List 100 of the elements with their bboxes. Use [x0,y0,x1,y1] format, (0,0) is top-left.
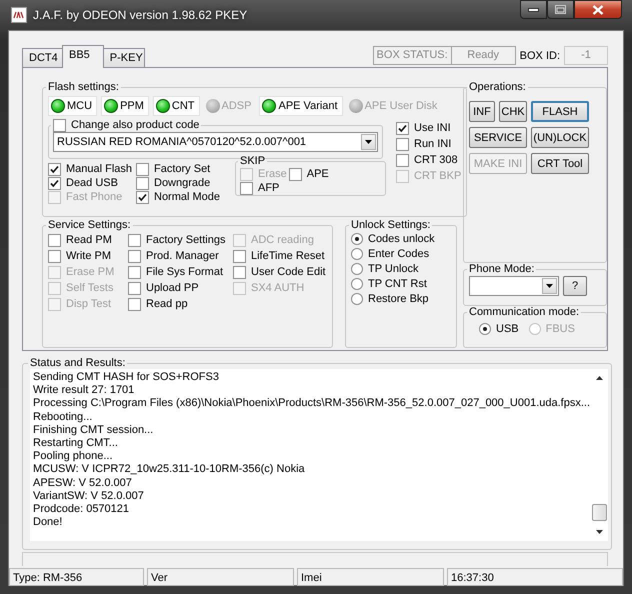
checkbox-label[interactable]: Manual Flash [66,163,132,175]
log-line: Write result 27: 1701 [33,384,136,398]
radio-button[interactable] [351,292,363,304]
radio-button[interactable] [351,232,363,244]
checkbox-label[interactable]: Factory Set [154,163,210,175]
checkbox-label[interactable]: File Sys Format [146,266,224,278]
window-title: J.A.F. by ODEON version 1.98.62 PKEY [33,8,248,22]
product-code-dropdown[interactable]: RUSSIAN RED ROMANIA^0570120^52.0.007^001 [53,132,378,152]
checkbox-label[interactable]: Write PM [66,250,112,262]
checkbox-label[interactable]: Read pp [146,298,188,310]
operation-button[interactable]: CRT Tool [531,153,589,174]
checkbox-label[interactable]: Normal Mode [154,191,220,203]
group-title: Phone Mode: [468,263,536,275]
status-bar-cell: 16:37:30 [447,568,623,586]
log-line: Processing C:\Program Files (x86)\Nokia\Phoenix\Products\RM-356\RM-356_52.0.007_027_000_U001.uda.fpsx... [33,397,590,411]
checkbox-label[interactable]: Run INI [414,138,452,150]
operation-button[interactable]: (UN)LOCK [531,127,589,148]
radio-button[interactable] [479,323,491,335]
scroll-up-icon[interactable] [596,376,603,380]
help-button[interactable]: ? [563,276,587,296]
checkbox[interactable] [48,234,61,246]
radio-label[interactable]: Enter Codes [368,248,430,260]
checkbox-label[interactable]: Read PM [66,234,112,246]
operation-button[interactable]: SERVICE [469,127,527,148]
box-id-label: BOX ID: [520,50,560,62]
maximize-icon [555,5,566,14]
group-title: Communication mode: [468,306,580,318]
log-line: Restarting CMT... [33,437,119,450]
checkbox-label[interactable]: LifeTime Reset [251,250,325,262]
checkbox-label[interactable]: Dead USB [66,177,118,189]
close-icon [592,4,604,14]
checkbox[interactable] [48,176,61,190]
log-line: Pooling phone... [33,450,114,464]
tab[interactable]: P-KEY [102,48,145,67]
checkbox[interactable] [128,266,141,278]
status-bar-cell: Ver [147,568,294,586]
log-line: Sending CMT HASH for SOS+ROFS3 [33,371,220,384]
checkbox-label[interactable]: Upload PP [146,282,199,294]
checkbox-label[interactable]: CRT 308 [414,154,458,166]
radio-label[interactable]: TP CNT Rst [368,278,427,290]
checkbox-label[interactable]: Prod. Manager [146,250,219,262]
group-title: Flash settings: [47,81,120,93]
checkbox[interactable] [128,298,141,310]
radio-label[interactable]: Codes unlock [368,232,435,244]
checkbox[interactable] [240,182,253,194]
checkbox[interactable] [128,234,141,246]
checkbox-label[interactable]: Change also product code [71,119,200,131]
checkbox[interactable] [233,266,246,278]
group-title: Service Settings: [47,219,132,231]
indicator-label: ADSP [222,100,252,112]
status-bar-cell: Imei [297,568,444,586]
checkbox[interactable] [396,122,409,134]
log-line: Finishing CMT session... [33,424,154,438]
radio-button[interactable] [351,278,363,290]
checkbox-label[interactable]: AFP [258,182,280,194]
checkbox[interactable] [136,176,149,190]
log-line: MCUSW: V ICPR72_10w25.311-10-10RM-356(c) Nokia [33,463,306,477]
log-line: Done! [33,516,64,530]
log-line: Rebooting... [33,410,94,424]
radio-label[interactable]: USB [496,323,519,335]
indicator-label: APE Variant [278,100,338,112]
checkbox-label[interactable]: Use INI [414,122,451,134]
radio-button[interactable] [351,262,363,274]
log-line: APESW: V 52.0.007 [33,476,133,490]
close-button[interactable] [574,0,622,19]
checkbox-label[interactable]: Downgrade [154,177,210,189]
checkbox-label[interactable]: APE [306,168,329,180]
checkbox[interactable] [128,282,141,294]
checkbox[interactable] [48,162,61,176]
app-icon [11,7,27,23]
checkbox[interactable] [396,138,409,150]
minimize-button[interactable] [520,0,547,19]
radio-label[interactable]: TP Unlock [368,262,419,274]
indicator-label: MCU [67,100,92,112]
checkbox[interactable] [396,154,409,166]
log-line: Prodcode: 0570121 [33,503,130,516]
radio-button[interactable] [351,248,363,260]
radio-label[interactable]: Restore Bkp [368,292,429,304]
checkbox[interactable] [288,168,302,180]
minimize-icon [528,8,539,12]
operation-button[interactable]: INF [469,101,495,122]
group-title: Unlock Settings: [350,219,432,231]
tab[interactable]: BB5 [62,45,104,68]
checkbox-label[interactable]: Factory Settings [146,234,226,246]
tab[interactable]: DCT4 [22,48,63,67]
box-status-label: BOX STATUS: [372,46,452,65]
operation-button[interactable]: CHK [499,101,527,122]
maximize-button[interactable] [547,0,574,19]
checkbox[interactable] [136,162,149,176]
group-title: SKIP [239,155,266,167]
group-title: Status and Results: [29,357,126,369]
checkbox[interactable] [136,190,149,204]
checkbox[interactable] [128,250,141,262]
scrollbar-thumb[interactable] [592,504,607,521]
checkbox[interactable] [53,118,66,132]
operation-button[interactable]: FLASH [531,101,589,122]
checkbox[interactable] [233,250,246,262]
scroll-down-icon[interactable] [596,530,603,534]
checkbox-label[interactable]: User Code Edit [251,266,326,278]
checkbox[interactable] [48,250,61,262]
